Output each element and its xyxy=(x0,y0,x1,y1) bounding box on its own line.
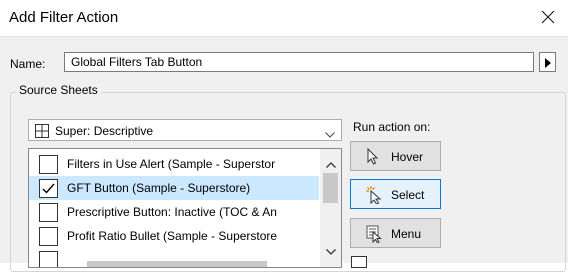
vertical-scrollbar[interactable] xyxy=(320,149,341,267)
select-button-label: Select xyxy=(391,188,425,202)
checkbox[interactable] xyxy=(39,203,58,222)
title-bar: Add Filter Action xyxy=(0,0,568,36)
list-item[interactable]: GFT Button (Sample - Superstore) xyxy=(29,176,319,200)
checkbox[interactable] xyxy=(39,227,58,246)
dialog-title: Add Filter Action xyxy=(9,9,119,26)
hover-button[interactable]: Hover xyxy=(350,141,441,171)
name-insert-button[interactable] xyxy=(539,52,556,72)
close-icon[interactable] xyxy=(538,6,558,28)
list-item-label: GFT Button (Sample - Superstore) xyxy=(67,181,251,195)
name-input[interactable]: Global Filters Tab Button xyxy=(64,52,534,72)
chevron-up-icon[interactable] xyxy=(326,157,336,171)
checkbox[interactable] xyxy=(39,179,58,198)
chevron-down-icon[interactable] xyxy=(326,244,336,258)
list-item-label: Profit Ratio Bullet (Sample - Superstore xyxy=(67,229,278,243)
scroll-thumb[interactable] xyxy=(323,173,338,203)
list-item[interactable]: Profit Ratio Bullet (Sample - Superstore xyxy=(29,224,319,248)
chevron-down-icon xyxy=(325,127,335,141)
checkbox[interactable] xyxy=(39,155,58,174)
list-item[interactable]: Prescriptive Button: Inactive (TOC & An xyxy=(29,200,319,224)
source-sheets-title: Source Sheets xyxy=(16,83,102,97)
sheets-list[interactable]: Filters in Use Alert (Sample - Superstor… xyxy=(28,148,342,268)
checkbox[interactable] xyxy=(39,251,58,267)
horizontal-scroll-thumb[interactable] xyxy=(87,261,267,267)
menu-button[interactable]: Menu xyxy=(350,218,441,248)
dialog-body: Name: Global Filters Tab Button Source S… xyxy=(0,36,568,272)
select-cursor-icon xyxy=(366,186,384,207)
hover-cursor-icon xyxy=(366,147,380,169)
list-item-label: Prescriptive Button: Inactive (TOC & An xyxy=(67,205,277,219)
select-button[interactable]: Select xyxy=(350,179,441,209)
check-icon xyxy=(42,183,55,194)
menu-cursor-icon xyxy=(366,225,384,246)
name-label: Name: xyxy=(10,57,46,71)
run-action-label: Run action on: xyxy=(353,120,431,134)
list-item-label: Filters in Use Alert (Sample - Superstor xyxy=(67,157,276,171)
menu-button-label: Menu xyxy=(391,227,422,241)
data-source-dropdown[interactable]: Super: Descriptive xyxy=(28,119,342,141)
dashboard-grid-icon xyxy=(35,124,49,141)
data-source-value: Super: Descriptive xyxy=(55,124,154,138)
checkbox[interactable] xyxy=(351,256,367,268)
hover-button-label: Hover xyxy=(391,150,424,164)
list-item[interactable]: Filters in Use Alert (Sample - Superstor xyxy=(29,152,319,176)
